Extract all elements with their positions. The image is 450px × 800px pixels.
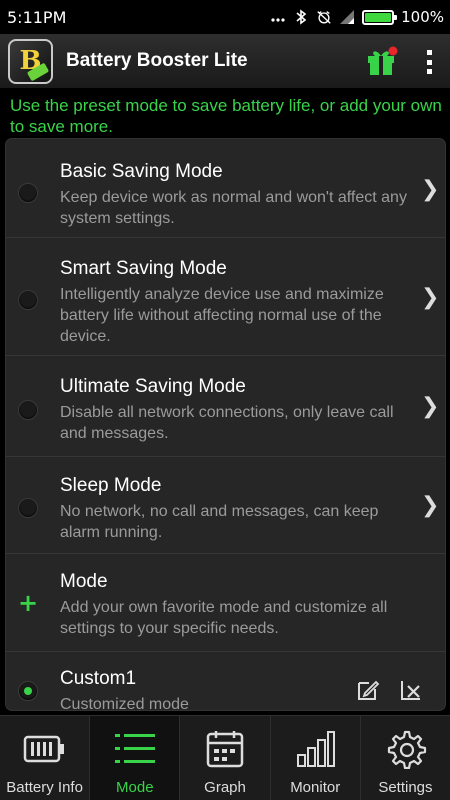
delete-icon[interactable]	[399, 678, 423, 702]
alarm-off-icon	[316, 9, 332, 25]
hint-text: Use the preset mode to save battery life…	[10, 96, 442, 136]
calendar-graph-icon	[206, 731, 244, 768]
status-icons: 100%	[270, 8, 444, 26]
mode-title: Mode	[60, 571, 108, 592]
battery-icon	[362, 9, 398, 25]
wifi-icon	[339, 9, 355, 25]
chevron-right-icon[interactable]: ❯	[421, 493, 439, 518]
radio-button[interactable]	[18, 183, 38, 203]
mode-description: Disable all network connections, only le…	[60, 404, 394, 442]
tab-label: Graph	[204, 779, 246, 796]
mode-row-custom[interactable]: Custom1 Customized mode	[6, 652, 445, 710]
radio-button[interactable]	[18, 400, 38, 420]
app-bar: B Battery Booster Lite	[0, 34, 450, 88]
mode-title: Sleep Mode	[60, 475, 162, 496]
tab-label: Monitor	[290, 779, 341, 796]
mode-list: Basic Saving Mode Keep device work as no…	[5, 138, 446, 711]
edit-icon[interactable]	[356, 678, 380, 702]
gift-icon[interactable]	[366, 46, 398, 76]
tab-graph[interactable]: Graph	[180, 716, 271, 800]
app-title: Battery Booster Lite	[66, 50, 248, 71]
mode-description: No network, no call and messages, can ke…	[60, 503, 379, 541]
radio-button[interactable]	[18, 681, 38, 701]
mode-row-basic[interactable]: Basic Saving Mode Keep device work as no…	[6, 139, 445, 238]
signal-dots-icon	[270, 9, 286, 25]
mode-row-ultimate[interactable]: Ultimate Saving Mode Disable all network…	[6, 356, 445, 457]
battery-info-icon	[23, 735, 64, 763]
mode-description: Add your own favorite mode and customize…	[60, 599, 388, 637]
mode-row-sleep[interactable]: Sleep Mode No network, no call and messa…	[6, 457, 445, 554]
overflow-menu-icon[interactable]	[420, 48, 438, 76]
add-mode-row[interactable]: + Mode Add your own favorite mode and cu…	[6, 554, 445, 652]
mode-title: Basic Saving Mode	[60, 161, 223, 182]
radio-button[interactable]	[18, 290, 38, 310]
status-bar: 5:11PM 100%	[0, 0, 450, 34]
tab-label: Battery Info	[6, 779, 83, 796]
chevron-right-icon[interactable]: ❯	[421, 285, 439, 310]
mode-list-icon	[114, 734, 155, 763]
mode-description: Intelligently analyze device use and max…	[60, 286, 384, 345]
mode-row-smart[interactable]: Smart Saving Mode Intelligently analyze …	[6, 238, 445, 356]
bar-chart-icon	[297, 731, 336, 767]
battery-percent: 100%	[401, 8, 444, 26]
tab-monitor[interactable]: Monitor	[271, 716, 361, 800]
app-logo: B	[8, 38, 53, 84]
plus-icon: +	[18, 589, 39, 617]
radio-button[interactable]	[18, 498, 38, 518]
mode-description: Keep device work as normal and won't aff…	[60, 189, 407, 227]
tab-settings[interactable]: Settings	[361, 716, 450, 800]
bluetooth-icon	[293, 9, 309, 25]
mode-title: Custom1	[60, 668, 137, 689]
mode-title: Smart Saving Mode	[60, 258, 227, 279]
gear-icon	[388, 730, 427, 769]
tab-label: Mode	[116, 779, 154, 796]
tab-battery-info[interactable]: Battery Info	[0, 716, 91, 800]
tab-mode[interactable]: Mode	[90, 716, 181, 800]
chevron-right-icon[interactable]: ❯	[421, 177, 439, 202]
status-time: 5:11PM	[7, 7, 67, 27]
chevron-right-icon[interactable]: ❯	[421, 394, 439, 419]
bottom-nav: Battery Info Mode Graph Monitor Settings	[0, 715, 450, 800]
mode-title: Ultimate Saving Mode	[60, 376, 246, 397]
tab-label: Settings	[378, 779, 433, 796]
